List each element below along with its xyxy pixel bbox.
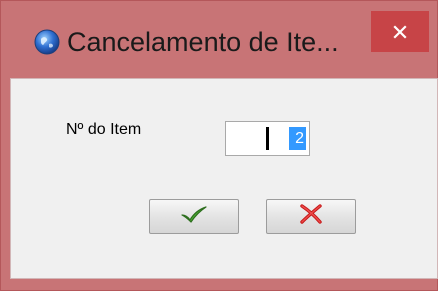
app-globe-icon[interactable] [34,29,60,55]
window-title: Cancelamento de Ite... [67,27,339,57]
close-icon [392,24,408,40]
item-number-value: 2 [289,127,306,150]
checkmark-icon [179,204,209,229]
close-button[interactable] [371,11,429,52]
title-bar[interactable]: Cancelamento de Ite... [1,1,438,77]
dialog-window: Cancelamento de Ite... Nº do Item 2 [0,0,438,291]
dialog-content: Nº do Item 2 [10,78,438,279]
cancel-button[interactable] [266,199,356,234]
item-number-label: Nº do Item [66,121,142,138]
text-caret [266,127,269,150]
confirm-button[interactable] [149,199,239,234]
item-number-input[interactable]: 2 [225,121,310,156]
x-icon [298,203,324,230]
